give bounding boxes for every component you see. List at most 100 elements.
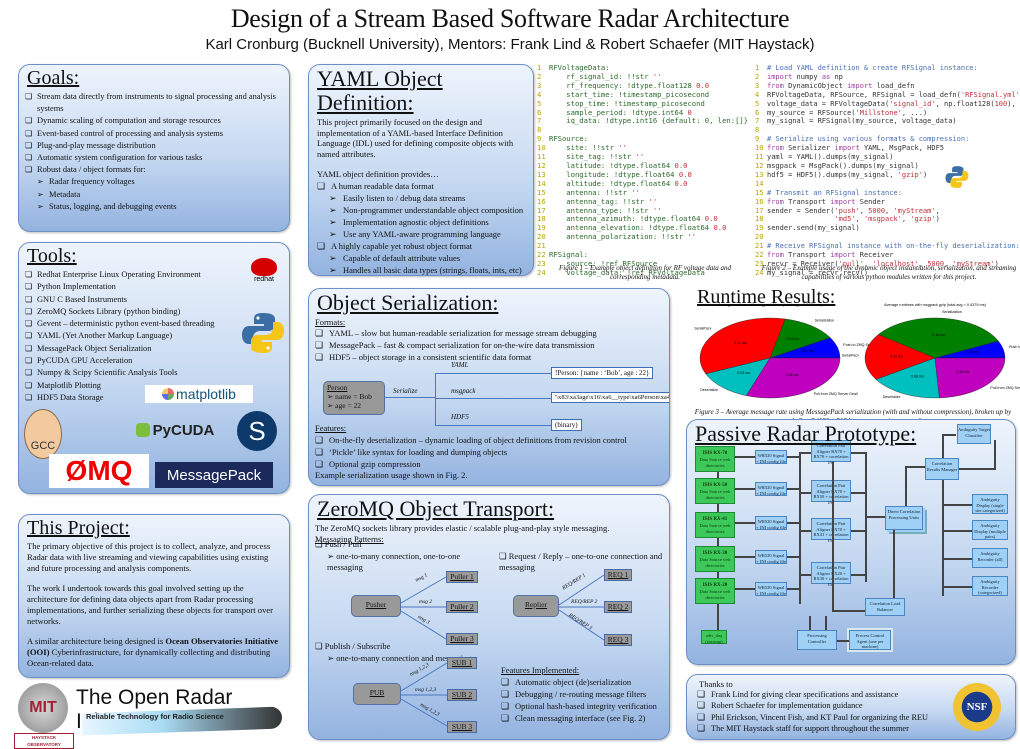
goal-item: Metadata — [25, 189, 289, 201]
zeromq-feature-item: Optional hash-based integrity verificati… — [501, 700, 657, 712]
matplotlib-wheel-icon — [162, 388, 175, 400]
process-agent-node: Process Control Agent (one per machine) — [847, 628, 893, 652]
connector-line — [851, 452, 865, 454]
signal-config-node: WR520 Signal + INI config file — [755, 582, 787, 596]
sub-3-node: SUB 3 — [447, 721, 477, 733]
gcc-logo: GCC — [24, 409, 62, 459]
nsf-label: NSF — [966, 701, 988, 713]
passive-radar-heading: Passive Radar Prototype: — [695, 421, 917, 446]
connector-line — [735, 456, 755, 458]
pie-value-label: 0.03 ms — [737, 371, 750, 375]
zeromq-feature-item: Clean messaging interface (see Fig. 2) — [501, 712, 657, 724]
code-line: 7 my_signal = RFSignal(my_source, voltage… — [755, 117, 957, 126]
radar-source-node: ISIS RX-50 Data Source web directories — [695, 478, 735, 504]
connector-line — [799, 452, 811, 454]
connector-line — [825, 616, 827, 630]
pie-category-label: Pull from ZMQ Server Deall — [814, 392, 858, 396]
code-line: 15 # Transmit an RFSignal instance: — [755, 188, 902, 197]
connector-line — [942, 480, 944, 596]
pie-category-label: SerialPacv — [842, 354, 859, 358]
project-panel: This Project: The primary objective of t… — [18, 514, 290, 678]
connector-line — [735, 556, 755, 558]
serialize-branch — [435, 373, 436, 425]
code-line: 13 hdf5 = HDF5().dumps(my_signal, 'gzip') — [755, 170, 928, 179]
radar-source-node: ISIS RX-20 Data Source web directories — [695, 578, 735, 604]
radar-source-node: ISIS RX-41 Data Source web directories — [695, 512, 735, 538]
yaml-feature-item: A human readable data format — [317, 180, 533, 192]
figure2-code-block: 1 # Load YAML definition & create RFSigna… — [755, 64, 1020, 278]
scipy-logo-icon: S — [237, 411, 277, 451]
signal-config-node: WR520 Signal + INI config file — [755, 516, 787, 530]
connector-line — [787, 456, 799, 458]
person-object-box: Person ➢ name = Bob ➢ age = 22 — [323, 381, 385, 415]
goal-item: Stream data directly from instruments to… — [25, 91, 289, 115]
pie-slice — [934, 357, 1006, 399]
features-label: Features: — [315, 423, 347, 433]
gcc-label: GCC — [30, 440, 56, 452]
radar-source-node: ISIS RX-70 Data Source web directories — [695, 446, 735, 472]
code-line: 9 # Serialize using various formats & com… — [755, 135, 970, 144]
goal-item: Radar frequency voltages — [25, 176, 289, 188]
msg-2-label: msg 2 — [419, 599, 432, 605]
yaml-definition-panel: YAML Object Definition: This project pri… — [308, 64, 534, 276]
open-radar-tagline: Reliable Technology for Radio Science — [86, 712, 224, 721]
person-title: Person — [327, 383, 348, 392]
open-radar-logo: The Open Radar Initiative Reliable Techn… — [76, 686, 286, 742]
nsf-logo: NSF — [949, 679, 1005, 735]
format-item: HDF5 – object storage in a consistent sc… — [315, 351, 669, 363]
connector-line — [735, 588, 755, 590]
poster-subtitle: Karl Cronburg (Bucknell University), Men… — [205, 36, 815, 53]
reqrep-title: ❏ Request / Reply – one-to-one connectio… — [499, 551, 663, 572]
zeromq-feature-item: Debugging / re-routing message filters — [501, 688, 657, 700]
connector-line — [832, 610, 865, 612]
correlation-aligner-node: Correlation Pair Aligner RX70 + RX41 + c… — [811, 518, 851, 543]
figure2-code: 1 # Load YAML definition & create RFSigna… — [755, 64, 1020, 277]
project-p3-pre: A similar architecture being designed is — [27, 636, 166, 646]
connector-line — [905, 466, 907, 506]
mit-haystack-logo: MIT HAYSTACK OBSERVATORY — [14, 683, 74, 749]
yaml-heading: YAML Object Definition: — [317, 66, 443, 116]
serialization-features-list: On-the-fly deserialization – dynamic loa… — [309, 434, 627, 470]
code-line: 14 — [755, 179, 764, 188]
connector-line — [787, 556, 799, 558]
serialize-label: Serialize — [393, 387, 418, 395]
code-line: 16 from Transport import Sender — [755, 197, 886, 206]
yaml-intro: This project primarily focused on the de… — [317, 117, 514, 159]
radar-source-sub: Data Source web directories — [699, 557, 731, 568]
goal-item: Robust data / object formats for: — [25, 164, 289, 176]
output-hdf5: (binary) — [551, 419, 582, 431]
serialization-heading: Object Serialization: — [317, 290, 499, 315]
pub-msg-2-label: msg 1,2,3 — [415, 687, 437, 693]
connector-line — [832, 462, 834, 612]
matplotlib-label: matplotlib — [176, 386, 236, 402]
yaml-feature-item: Use any YAML-aware programming language — [317, 228, 533, 240]
goal-item: Plug-and-play message distribution — [25, 140, 289, 152]
connector-line — [735, 522, 755, 524]
processing-controller-node: Processing Controller — [797, 630, 837, 650]
pie-category-label: Deserialize — [700, 388, 718, 392]
code-line: 18 'md5', 'msgpack', 'gzip') — [755, 215, 940, 224]
matplotlib-logo: matplotlib — [145, 385, 253, 403]
pie-category-label: Deserialize — [883, 395, 901, 399]
pie-value-label: 0.16 ms — [932, 333, 945, 337]
pie-value-label: 0.11 ms — [734, 341, 747, 345]
connector-line — [837, 640, 849, 642]
zeromq-features-label: Features Implemented: — [501, 665, 580, 675]
reqrep-title-text: Request / Reply – one-to-one connection … — [499, 551, 663, 572]
pie-value-label: 0.04 ms — [786, 337, 799, 341]
code-line: 8 — [755, 126, 760, 135]
redhat-label: redhat — [254, 275, 274, 283]
pie-value-label: 0.11 ms — [890, 354, 903, 358]
goals-list: Stream data directly from instruments to… — [19, 91, 289, 213]
project-paragraph-1: The primary objective of this project is… — [27, 541, 271, 573]
pie-title: Average runtimes with msgpack None (tota… — [718, 303, 823, 307]
person-attr-age: age = 22 — [335, 401, 362, 410]
connector-line — [799, 574, 811, 576]
redhat-hat-icon — [251, 257, 277, 276]
connector-line — [799, 492, 811, 494]
messagepack-label: MessagePack — [166, 466, 262, 484]
radar-source-node: ISIS RX-30 Data Source web directories — [695, 546, 735, 572]
yaml-feature-item: Implementation agnostic object definitio… — [317, 216, 533, 228]
haystack-label: HAYSTACK OBSERVATORY — [14, 733, 74, 749]
format-msgpack-label: msgpack — [451, 387, 476, 395]
